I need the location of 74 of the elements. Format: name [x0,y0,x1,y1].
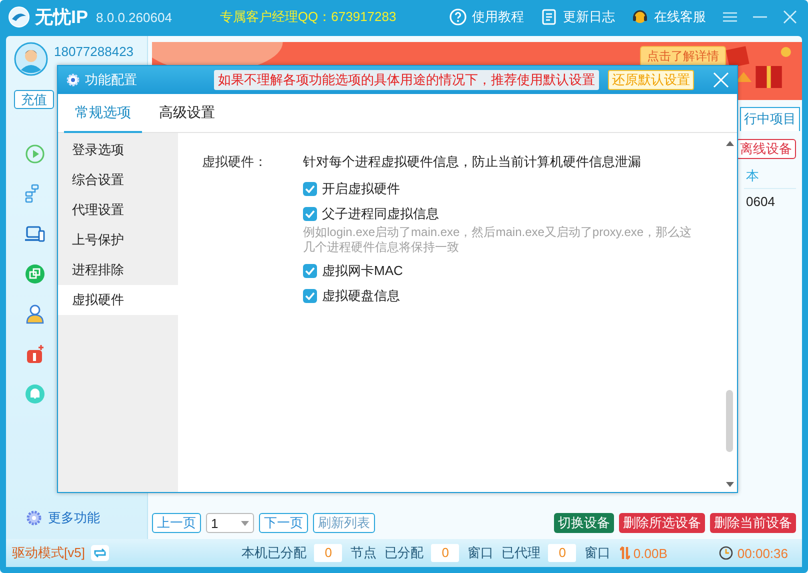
checkbox-label: 开启虚拟硬件 [322,180,400,198]
checkbox-label: 父子进程同虚拟信息 [322,204,439,222]
close-icon[interactable] [782,9,798,25]
laptop-icon [25,224,45,244]
header-link[interactable]: 更新日志 [540,8,615,26]
device-action-button[interactable]: 切换设备 [554,513,614,533]
stat-label: 已分配 [384,544,424,562]
traffic-icon [620,546,630,560]
tab[interactable]: 行中项目 [740,107,800,131]
sidebar-item[interactable]: 综合设置 [58,165,178,195]
app-name: 无忧IP [35,6,88,29]
next-page-button[interactable]: 下一页 [259,513,308,533]
sidebar-item[interactable]: 上号保护 [58,225,178,255]
gear-icon [66,73,80,87]
details-button[interactable]: 点击了解详情 [640,46,726,67]
headset-icon [631,8,649,26]
caret-icon [241,520,249,526]
document-icon [540,8,558,26]
header-link[interactable]: 在线客服 [631,8,706,26]
recharge-button[interactable]: 充值 [14,90,54,109]
stat-value: 0 [314,544,342,562]
stat-label: 本机已分配 [241,544,306,562]
logo-icon [8,6,30,28]
offline-devices-button[interactable]: 离线设备 [736,139,796,159]
help-icon [449,8,467,26]
gift-icon [25,344,45,364]
checkbox-label: 虚拟硬盘信息 [322,286,400,304]
sidebar-item[interactable]: 登录选项 [58,135,178,165]
bell-icon [25,384,45,404]
avatar-icon [14,42,48,76]
hint-text: 例如login.exe启动了main.exe，然后main.exe又启动了proxy.exe，那么这几个进程硬件信息将保持一致 [303,225,693,255]
stat-value: 0 [548,544,576,562]
more-features-link[interactable]: 更多功能 [48,509,100,527]
user-icon [25,304,45,324]
scrollbar-thumb[interactable] [726,390,733,452]
header-link[interactable]: 使用教程 [449,8,524,26]
checkbox[interactable] [303,288,317,302]
previous-page-button[interactable]: 上一页 [152,513,201,533]
scroll-up-icon[interactable] [726,141,734,146]
refresh-list-button[interactable]: 刷新列表 [313,513,375,533]
sidebar-item[interactable]: 进程排除 [58,255,178,285]
section-description: 针对每个进程虚拟硬件信息，防止当前计算机硬件信息泄漏 [303,153,642,171]
scroll-down-icon[interactable] [726,482,734,487]
table-cell-text: 0604 [745,193,776,211]
stat-unit: 窗口 [584,544,610,562]
copy-icon [25,264,45,284]
column-header: 本 [744,164,796,189]
sidebar-item[interactable]: 代理设置 [58,195,178,225]
stat-unit: 节点 [350,544,376,562]
checkbox[interactable] [303,206,317,220]
driver-mode-text: 驱动模式[v5] [12,544,85,562]
timer-text: 00:00:36 [737,546,788,560]
checkbox[interactable] [303,264,317,278]
checkbox[interactable] [303,182,317,196]
stat-label: 已代理 [501,544,540,562]
page-select[interactable]: 1 [206,513,254,533]
stat-value: 0 [431,544,460,562]
dialog-title: 功能配置 [85,71,137,89]
play-icon [25,144,45,164]
clock-icon [719,546,734,560]
traffic-text: 0.00B [633,546,668,560]
notice-text: 如果不理解各项功能选项的具体用途的情况下，推荐使用默认设置 [214,70,599,90]
gear-icon [26,510,42,526]
checkbox-label: 虚拟网卡MAC [322,262,403,280]
swap-icon[interactable] [90,545,109,561]
stat-unit: 窗口 [467,544,494,562]
section-label: 虚拟硬件： [202,153,268,171]
sidebar-item[interactable]: 虚拟硬件 [58,285,178,315]
version-text: 8.0.0.260604 [96,10,172,24]
phone-number: 18077288423 [54,44,134,59]
tab[interactable]: 高级设置 [148,94,226,133]
device-action-button[interactable]: 删除当前设备 [710,513,796,533]
device-action-button[interactable]: 删除所选设备 [619,513,705,533]
manager-qq-text: 专属客户经理QQ：673917283 [220,8,396,26]
